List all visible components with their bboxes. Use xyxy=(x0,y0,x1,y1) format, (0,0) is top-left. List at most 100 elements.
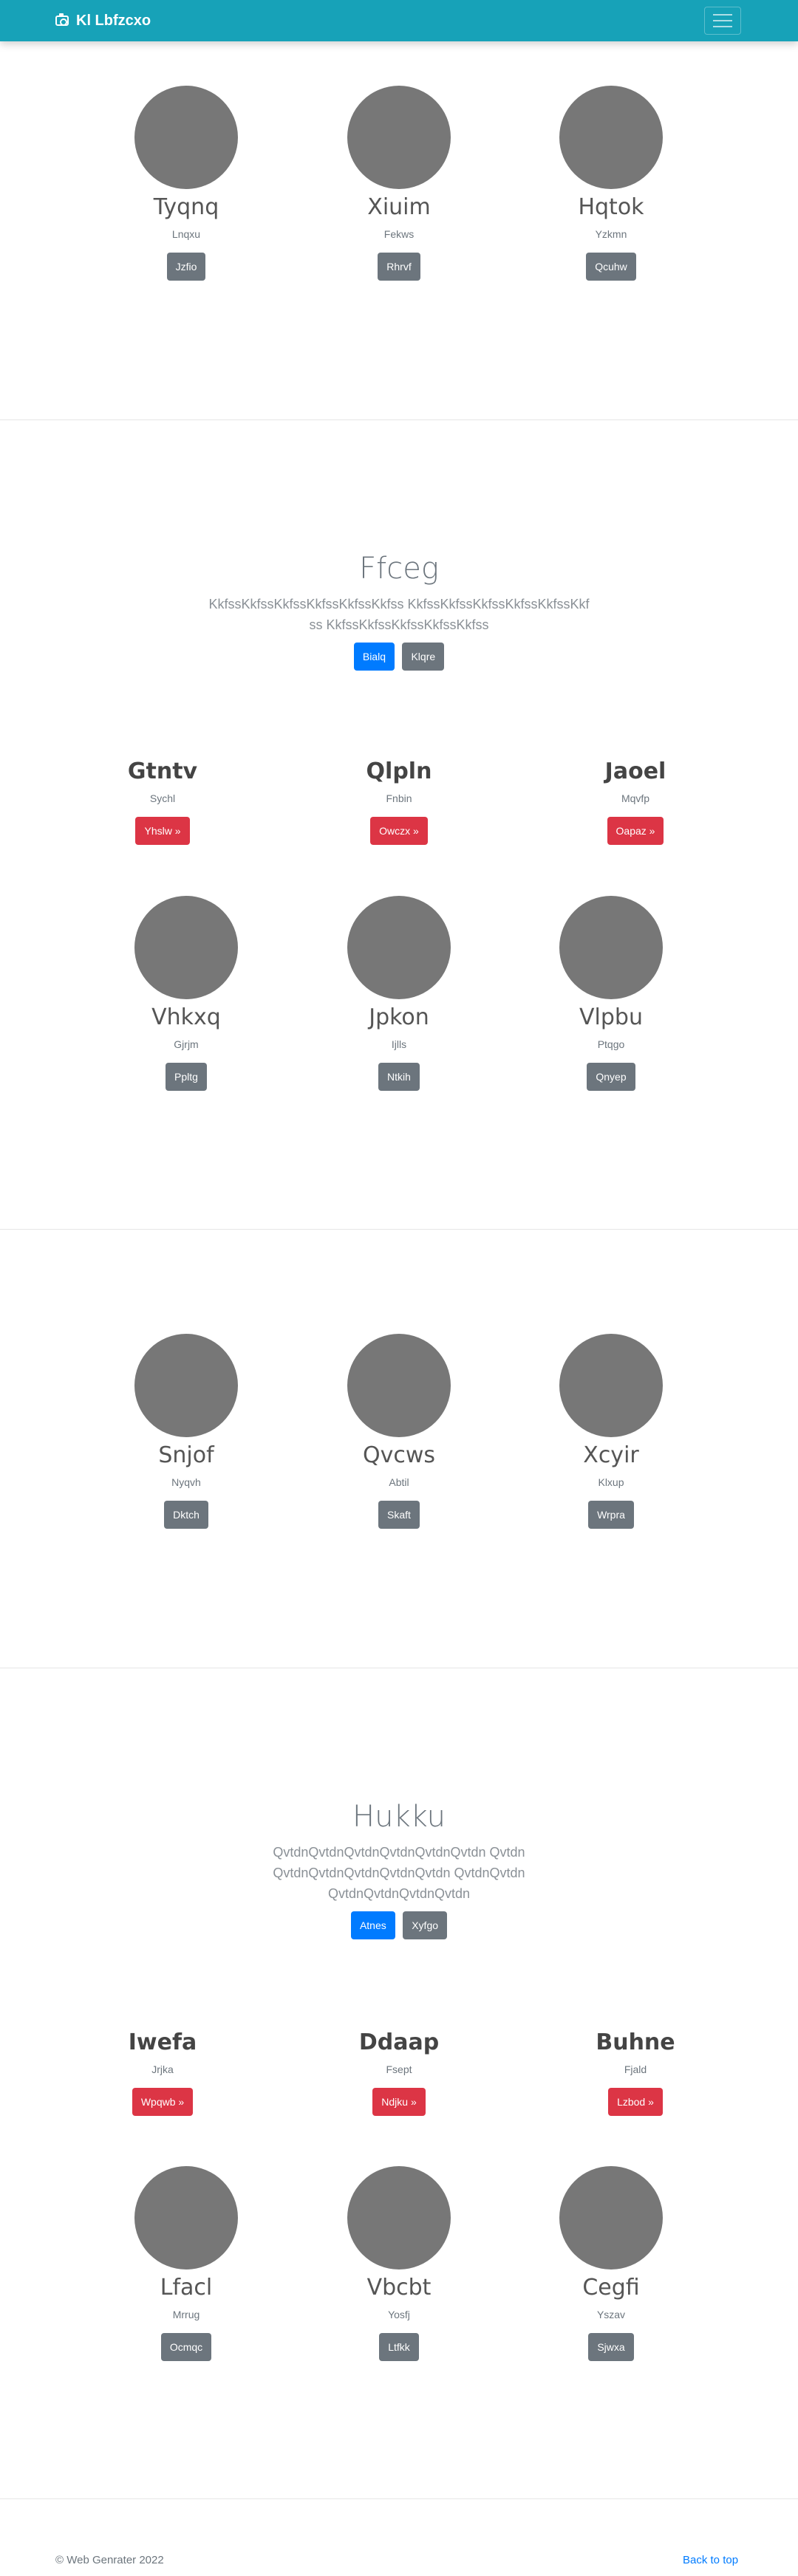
card-subtitle: Gjrjm xyxy=(174,1038,199,1050)
avatar-placeholder xyxy=(134,896,238,999)
jumbotron-title: Hukku xyxy=(352,1800,446,1834)
card-title: Jpkon xyxy=(369,1004,429,1030)
card-button[interactable]: Rhrvf xyxy=(378,253,420,281)
jumbotron-1: Ffceg KkfssKkfssKkfssKkfssKkfssKkfss Kkf… xyxy=(0,551,798,671)
avatar-placeholder xyxy=(134,2166,238,2270)
avatar-placeholder xyxy=(559,86,663,189)
card-subtitle: Mrrug xyxy=(172,2309,200,2320)
card-title: Vhkxq xyxy=(151,1004,221,1030)
card-button[interactable]: Skaft xyxy=(378,1501,420,1529)
card-title: Vlpbu xyxy=(579,1004,643,1030)
card-subtitle: Yzkmn xyxy=(595,228,627,240)
avatar-placeholder xyxy=(134,1334,238,1437)
hamburger-line xyxy=(713,26,732,27)
card-subtitle: Lnqxu xyxy=(171,228,201,240)
card-button[interactable]: Dktch xyxy=(164,1501,208,1529)
album-card: Lfacl Mrrug Ocmqc xyxy=(75,2166,297,2361)
feature-card: Iwefa Jrjka Wpqwb » xyxy=(52,2029,273,2116)
brand-link[interactable]: Kl Lbfzcxo xyxy=(55,0,151,41)
feature-card: Qlpln Fnbin Owczx » xyxy=(288,758,510,845)
navbar-toggler-button[interactable] xyxy=(704,7,741,35)
feature-card: Jaoel Mqvfp Oapaz » xyxy=(525,758,746,845)
feature-card: Gtntv Sychl Yhslw » xyxy=(52,758,273,845)
album-card: Jpkon Ijlls Ntkih xyxy=(288,896,510,1091)
back-to-top-link[interactable]: Back to top xyxy=(683,2554,738,2566)
jumbotron-2: Hukku QvtdnQvtdnQvtdnQvtdnQvtdnQvtdn Qvt… xyxy=(0,1799,798,1939)
feature-card: Buhne Fjald Lzbod » xyxy=(525,2029,746,2116)
card-subtitle: Fekws xyxy=(383,228,415,240)
avatar-placeholder xyxy=(559,2166,663,2270)
jumbotron-primary-button[interactable]: Bialq xyxy=(353,643,395,671)
card-subtitle: Abtil xyxy=(389,1476,409,1488)
feature-subtitle: Fsept xyxy=(386,2063,412,2075)
avatar-placeholder xyxy=(559,1334,663,1437)
feature-title: Ddaap xyxy=(358,2029,440,2055)
avatar-placeholder xyxy=(347,2166,451,2270)
album-card: Xcyir Klxup Wrpra xyxy=(500,1334,722,1529)
album-card: Cegfi Yszav Sjwxa xyxy=(500,2166,722,2361)
feature-button[interactable]: Lzbod » xyxy=(608,2088,663,2116)
feature-subtitle: Fnbin xyxy=(386,792,412,804)
brand-name: Kl Lbfzcxo xyxy=(76,12,151,29)
card-title: Vbcbt xyxy=(366,2275,432,2301)
divider xyxy=(0,419,798,420)
card-title: Qvcws xyxy=(362,1442,436,1468)
navbar: Kl Lbfzcxo xyxy=(0,0,798,41)
feature-title: Gtntv xyxy=(127,758,198,784)
card-button[interactable]: Qnyep xyxy=(587,1063,635,1091)
card-title: Xiuim xyxy=(367,194,431,220)
avatar-placeholder xyxy=(347,896,451,999)
card-title: Snjof xyxy=(158,1442,214,1468)
feature-button[interactable]: Wpqwb » xyxy=(132,2088,194,2116)
avatar-placeholder xyxy=(559,896,663,999)
card-button[interactable]: Qcuhw xyxy=(586,253,636,281)
feature-button[interactable]: Ndjku » xyxy=(372,2088,426,2116)
feature-subtitle: Jrjka xyxy=(151,2063,174,2075)
card-title: Lfacl xyxy=(160,2275,213,2301)
album-card: Qvcws Abtil Skaft xyxy=(288,1334,510,1529)
jumbotron-text: KkfssKkfssKkfssKkfssKkfssKkfss KkfssKkfs… xyxy=(208,597,590,632)
card-subtitle: Yszav xyxy=(596,2309,626,2320)
card-subtitle: Klxup xyxy=(598,1476,624,1488)
card-button[interactable]: Ocmqc xyxy=(160,2333,212,2361)
album-card: Snjof Nyqvh Dktch xyxy=(75,1334,297,1529)
divider xyxy=(0,2498,798,2499)
feature-title: Qlpln xyxy=(366,758,432,784)
album-card: Vhkxq Gjrjm Ppltg xyxy=(75,896,297,1091)
card-button[interactable]: Ntkih xyxy=(378,1063,420,1091)
feature-subtitle: Mqvfp xyxy=(621,792,650,804)
avatar-placeholder xyxy=(347,1334,451,1437)
feature-title: Iwefa xyxy=(128,2029,197,2055)
feature-button[interactable]: Owczx » xyxy=(370,817,428,845)
card-button[interactable]: Jzfio xyxy=(166,253,206,281)
footer-copyright: © Web Genrater 2022 xyxy=(55,2554,164,2566)
hamburger-line xyxy=(713,20,732,21)
card-title: Xcyir xyxy=(583,1442,639,1468)
card-subtitle: Ptqgo xyxy=(597,1038,625,1050)
card-button[interactable]: Wrpra xyxy=(588,1501,634,1529)
feature-button[interactable]: Oapaz » xyxy=(607,817,664,845)
jumbotron-secondary-button[interactable]: Xyfgo xyxy=(403,1911,448,1939)
avatar-placeholder xyxy=(347,86,451,189)
card-button[interactable]: Ppltg xyxy=(166,1063,207,1091)
album-card: Xiuim Fekws Rhrvf xyxy=(288,86,510,281)
card-title: Hqtok xyxy=(578,194,644,220)
card-subtitle: Nyqvh xyxy=(171,1476,201,1488)
album-card: Vbcbt Yosfj Ltfkk xyxy=(288,2166,510,2361)
card-button[interactable]: Ltfkk xyxy=(379,2333,419,2361)
card-subtitle: Yosfj xyxy=(388,2309,410,2320)
jumbotron-text: QvtdnQvtdnQvtdnQvtdnQvtdnQvtdn QvtdnQvtd… xyxy=(273,1845,525,1901)
card-button[interactable]: Sjwxa xyxy=(588,2333,634,2361)
divider xyxy=(0,1229,798,1230)
jumbotron-secondary-button[interactable]: Klqre xyxy=(402,643,445,671)
album-card: Hqtok Yzkmn Qcuhw xyxy=(500,86,722,281)
card-subtitle: Ijlls xyxy=(391,1038,407,1050)
feature-button[interactable]: Yhslw » xyxy=(135,817,190,845)
card-title: Cegfi xyxy=(582,2275,640,2301)
jumbotron-primary-button[interactable]: Atnes xyxy=(350,1911,395,1939)
album-card: Vlpbu Ptqgo Qnyep xyxy=(500,896,722,1091)
avatar-placeholder xyxy=(134,86,238,189)
feature-card: Ddaap Fsept Ndjku » xyxy=(288,2029,510,2116)
feature-title: Jaoel xyxy=(604,758,666,784)
feature-subtitle: Sychl xyxy=(149,792,176,804)
